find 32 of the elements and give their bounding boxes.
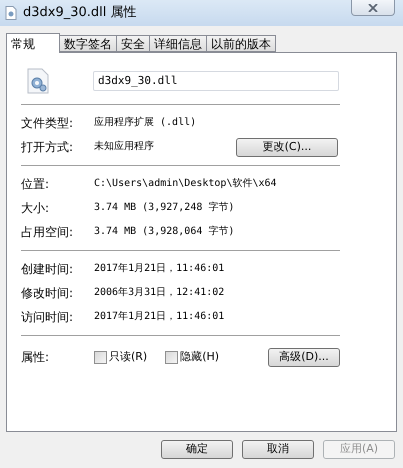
- checkbox[interactable]: 隐藏(H): [165, 348, 220, 366]
- change-button[interactable]: 更改(C)...: [236, 138, 338, 156]
- field-label: 属性:: [21, 349, 50, 366]
- window-title: d3dx9_30.dll 属性: [23, 4, 137, 22]
- advanced-button[interactable]: 高级(D)...: [268, 348, 340, 366]
- field-value: 3.74 MB (3,927,248 字节): [94, 201, 236, 215]
- field-value: 3.74 MB (3,928,064 字节): [94, 225, 236, 239]
- file-name-field[interactable]: d3dx9_30.dll: [93, 71, 339, 91]
- tab[interactable]: 详细信息: [149, 35, 207, 52]
- checkbox[interactable]: 只读(R): [94, 348, 148, 366]
- field-label: 创建时间:: [21, 261, 74, 278]
- ok-button[interactable]: 确定: [161, 440, 233, 459]
- field-label: 大小:: [21, 200, 50, 217]
- field-label: 修改时间:: [21, 285, 74, 302]
- close-button[interactable]: [351, 0, 395, 16]
- field-value: 2006年3月31日，12:41:02: [94, 286, 226, 300]
- field-value: C:\Users\admin\Desktop\软件\x64: [94, 177, 277, 191]
- field-value: 2017年1月21日，11:46:01: [94, 262, 226, 276]
- field-value: 应用程序扩展 (.dll): [94, 116, 198, 130]
- close-icon: [368, 4, 378, 12]
- tab[interactable]: 常规: [6, 33, 60, 53]
- field-label: 打开方式:: [21, 139, 74, 156]
- field-label: 位置:: [21, 176, 50, 193]
- field-label: 占用空间:: [21, 224, 74, 241]
- field-label: 文件类型:: [21, 115, 74, 132]
- tab[interactable]: 安全: [116, 35, 150, 52]
- tab[interactable]: 以前的版本: [206, 35, 276, 52]
- field-value: 2017年1月21日，11:46:01: [94, 310, 226, 324]
- cancel-button[interactable]: 取消: [242, 440, 314, 459]
- field-value: 未知应用程序: [94, 140, 155, 154]
- tab[interactable]: 数字签名: [59, 35, 117, 52]
- field-label: 访问时间:: [21, 309, 74, 326]
